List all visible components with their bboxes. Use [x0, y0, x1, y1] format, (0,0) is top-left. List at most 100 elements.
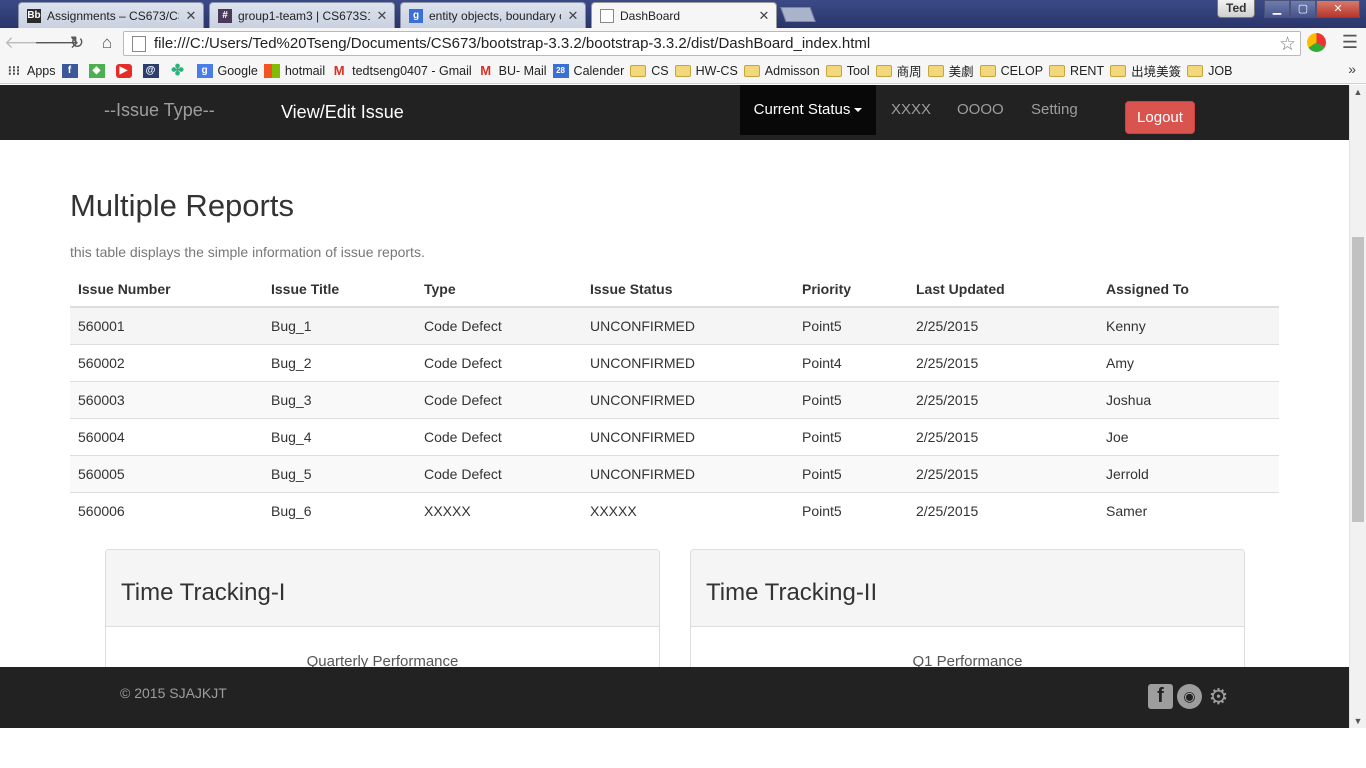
window-controls: ▁ ▢ ✕ [1264, 0, 1360, 18]
nav-item-oooo[interactable]: OOOO [957, 85, 1004, 135]
table-row[interactable]: 560005 Bug_5 Code Defect UNCONFIRMED Poi… [70, 454, 1279, 492]
priority-cell: Point5 [794, 417, 908, 455]
bookmark-youtube[interactable]: ▶ [115, 61, 137, 81]
view-edit-issue-link[interactable]: View/Edit Issue [281, 102, 404, 123]
minimize-icon[interactable]: ▁ [1264, 0, 1290, 18]
current-status-label: Current Status [753, 101, 851, 118]
status-cell: UNCONFIRMED [582, 454, 794, 492]
maximize-icon[interactable]: ▢ [1290, 0, 1316, 18]
bookmark-facebook[interactable]: f [61, 61, 83, 81]
type-cell: Code Defect [416, 306, 582, 344]
close-window-icon[interactable]: ✕ [1316, 0, 1360, 18]
more-bookmarks-icon[interactable]: » [1348, 61, 1356, 77]
caret-down-icon [854, 108, 863, 113]
nav-item-xxxx[interactable]: XXXX [891, 85, 931, 135]
bookmark-spiral[interactable]: @ [142, 61, 164, 81]
last-updated-cell: 2/25/2015 [908, 417, 1098, 455]
close-tab-icon[interactable]: ✕ [567, 8, 579, 24]
logout-button[interactable]: Logout [1125, 101, 1195, 134]
current-status-dropdown[interactable]: Current Status [740, 85, 876, 135]
issue-type-brand[interactable]: --Issue Type-- [104, 100, 215, 121]
bookmark-star-icon[interactable]: ☆ [1279, 33, 1296, 56]
priority-cell: Point5 [794, 380, 908, 418]
table-row[interactable]: 560001 Bug_1 Code Defect UNCONFIRMED Poi… [70, 306, 1279, 344]
back-icon[interactable]: 🡐 [4, 30, 50, 56]
bookmark-folder-cs[interactable]: CS [630, 61, 669, 81]
browser-tabstrip: Bb Assignments – CS673/CS4 ✕ # group1-te… [0, 0, 1366, 28]
tab-title: Assignments – CS673/CS4 [47, 8, 179, 23]
table-row[interactable]: 560006 Bug_6 XXXXX XXXXX Point5 2/25/201… [70, 491, 1279, 529]
bookmark-bu-mail[interactable]: M BU- Mail [478, 61, 546, 81]
type-cell: XXXXX [416, 491, 582, 529]
table-row[interactable]: 560003 Bug_3 Code Defect UNCONFIRMED Poi… [70, 380, 1279, 418]
page-scrollbar[interactable]: ▲ ▼ [1349, 85, 1366, 728]
address-bar[interactable]: file:///C:/Users/Ted%20Tseng/Documents/C… [123, 31, 1301, 56]
gear-icon[interactable]: ⚙ [1206, 684, 1231, 709]
bookmark-folder-shangzhou[interactable]: 商周 [875, 61, 922, 81]
bookmark-folder-rent[interactable]: RENT [1049, 61, 1104, 81]
status-cell: UNCONFIRMED [582, 306, 794, 344]
bookmark-folder-meiju[interactable]: 美劇 [927, 61, 974, 81]
close-tab-icon[interactable]: ✕ [376, 8, 388, 24]
page-viewport: --Issue Type-- View/Edit Issue Current S… [0, 85, 1349, 728]
bookmark-gmail[interactable]: Mtedtseng0407 - Gmail [331, 61, 472, 81]
issue-title-cell: Bug_1 [263, 306, 416, 344]
bookmark-maps[interactable]: ◆ [88, 61, 110, 81]
facebook-icon[interactable]: f [1148, 684, 1173, 709]
last-updated-cell: 2/25/2015 [908, 306, 1098, 344]
issue-title-cell: Bug_5 [263, 454, 416, 492]
issue-title-cell: Bug_3 [263, 380, 416, 418]
profile-button[interactable]: Ted [1217, 0, 1256, 18]
new-tab-button[interactable] [780, 7, 816, 22]
bookmark-google[interactable]: g Google [196, 61, 258, 81]
bookmark-calendar[interactable]: 28 Calender [552, 61, 624, 81]
issue-number-cell: 560004 [70, 417, 263, 455]
browser-tab-active[interactable]: DashBoard ✕ [591, 2, 777, 28]
menu-icon[interactable]: ☰ [1340, 32, 1360, 53]
github-icon[interactable]: ◉ [1177, 684, 1202, 709]
scrollbar-thumb[interactable] [1352, 237, 1364, 522]
assigned-to-cell: Joe [1098, 417, 1279, 455]
last-updated-cell: 2/25/2015 [908, 454, 1098, 492]
folder-icon [825, 64, 842, 77]
gmail-icon: M [333, 62, 345, 78]
tab-title: DashBoard [620, 9, 681, 23]
table-row[interactable]: 560004 Bug_4 Code Defect UNCONFIRMED Poi… [70, 417, 1279, 455]
bookmark-folder-tool[interactable]: Tool [825, 61, 870, 81]
bookmark-slack[interactable]: ✤ [170, 61, 191, 81]
assigned-to-cell: Joshua [1098, 380, 1279, 418]
bookmark-folder-celop[interactable]: CELOP [979, 61, 1043, 81]
browser-tab[interactable]: Bb Assignments – CS673/CS4 ✕ [18, 2, 204, 28]
page-title: Multiple Reports [70, 188, 294, 223]
table-row[interactable]: 560002 Bug_2 Code Defect UNCONFIRMED Poi… [70, 343, 1279, 381]
bookmark-hotmail[interactable]: hotmail [263, 61, 325, 81]
scroll-up-icon[interactable]: ▲ [1350, 87, 1366, 97]
forward-icon[interactable]: 🡒 [34, 30, 80, 56]
extension-icon[interactable] [1307, 33, 1326, 52]
folder-icon [1049, 64, 1066, 77]
browser-tab[interactable]: g entity objects, boundary o ✕ [400, 2, 586, 28]
column-header: Issue Number [70, 271, 263, 308]
status-cell: UNCONFIRMED [582, 343, 794, 381]
nav-item-setting[interactable]: Setting [1031, 85, 1078, 135]
copyright-text: © 2015 SJAJKJT [120, 685, 227, 701]
scroll-down-icon[interactable]: ▼ [1350, 716, 1366, 726]
last-updated-cell: 2/25/2015 [908, 491, 1098, 529]
browser-tab[interactable]: # group1-team3 | CS673S15 ✕ [209, 2, 395, 28]
type-cell: Code Defect [416, 380, 582, 418]
reload-icon[interactable]: ↻ [64, 30, 90, 56]
home-icon[interactable]: ⌂ [94, 30, 120, 56]
bookmark-folder-visa[interactable]: 出境美簽 [1110, 61, 1181, 81]
bookmarks-bar: ⁝⁝⁝ Apps f ◆ ▶ @ ✤ g Google hotmail Mtedts… [0, 58, 1366, 84]
issue-title-cell: Bug_2 [263, 343, 416, 381]
bookmark-folder-hw-cs[interactable]: HW-CS [674, 61, 738, 81]
bookmark-folder-admisson[interactable]: Admisson [743, 61, 820, 81]
close-tab-icon[interactable]: ✕ [758, 8, 770, 24]
bookmark-apps[interactable]: ⁝⁝⁝ Apps [6, 61, 56, 81]
close-tab-icon[interactable]: ✕ [185, 8, 197, 24]
priority-cell: Point5 [794, 491, 908, 529]
column-header: Last Updated [908, 271, 1098, 308]
bookmark-folder-job[interactable]: JOB [1187, 61, 1232, 81]
spiral-icon: @ [142, 63, 159, 78]
folder-icon [630, 64, 647, 77]
